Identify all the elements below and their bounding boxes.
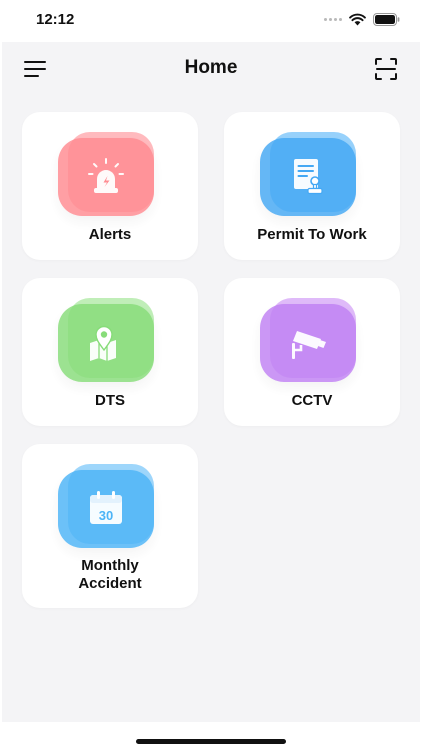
calendar-icon: 30 bbox=[90, 491, 122, 524]
cctv-label: CCTV bbox=[291, 392, 333, 409]
status-indicators bbox=[324, 13, 400, 26]
cellular-signal-icon bbox=[324, 18, 342, 21]
monthly-accident-card[interactable]: 30 Monthly Accident bbox=[22, 444, 198, 608]
cctv-camera-icon bbox=[292, 331, 326, 359]
monthly-accident-label-line1: Monthly bbox=[81, 557, 139, 574]
top-bar: Home bbox=[2, 42, 420, 96]
permit-to-work-tile bbox=[260, 132, 364, 216]
cctv-card[interactable]: CCTV bbox=[224, 278, 400, 426]
monthly-accident-label-line2: Accident bbox=[78, 575, 142, 592]
status-bar: 12:12 bbox=[0, 0, 422, 42]
dts-label: DTS bbox=[95, 392, 125, 409]
document-stamp-icon bbox=[294, 159, 323, 195]
page-title: Home bbox=[184, 57, 238, 78]
home-indicator[interactable] bbox=[136, 739, 286, 744]
alerts-tile bbox=[58, 132, 162, 216]
wifi-icon bbox=[349, 13, 366, 26]
calendar-day: 30 bbox=[99, 508, 113, 523]
permit-to-work-card[interactable]: Permit To Work bbox=[224, 112, 400, 260]
permit-to-work-label: Permit To Work bbox=[257, 226, 367, 243]
alerts-label: Alerts bbox=[88, 226, 132, 243]
cctv-tile bbox=[260, 298, 364, 382]
dts-tile bbox=[58, 298, 162, 382]
status-time: 12:12 bbox=[36, 11, 75, 28]
battery-icon bbox=[373, 13, 400, 26]
alerts-card[interactable]: Alerts bbox=[22, 112, 198, 260]
monthly-accident-tile: 30 bbox=[58, 464, 162, 548]
map-pin-icon bbox=[90, 325, 116, 361]
siren-icon bbox=[88, 158, 124, 193]
app-screen: Home Alerts Permit To Work DTS CCTV 30 M… bbox=[2, 42, 420, 722]
monthly-accident-label: Monthly Accident bbox=[26, 557, 194, 593]
scan-frame-icon[interactable] bbox=[374, 57, 398, 81]
dts-card[interactable]: DTS bbox=[22, 278, 198, 426]
